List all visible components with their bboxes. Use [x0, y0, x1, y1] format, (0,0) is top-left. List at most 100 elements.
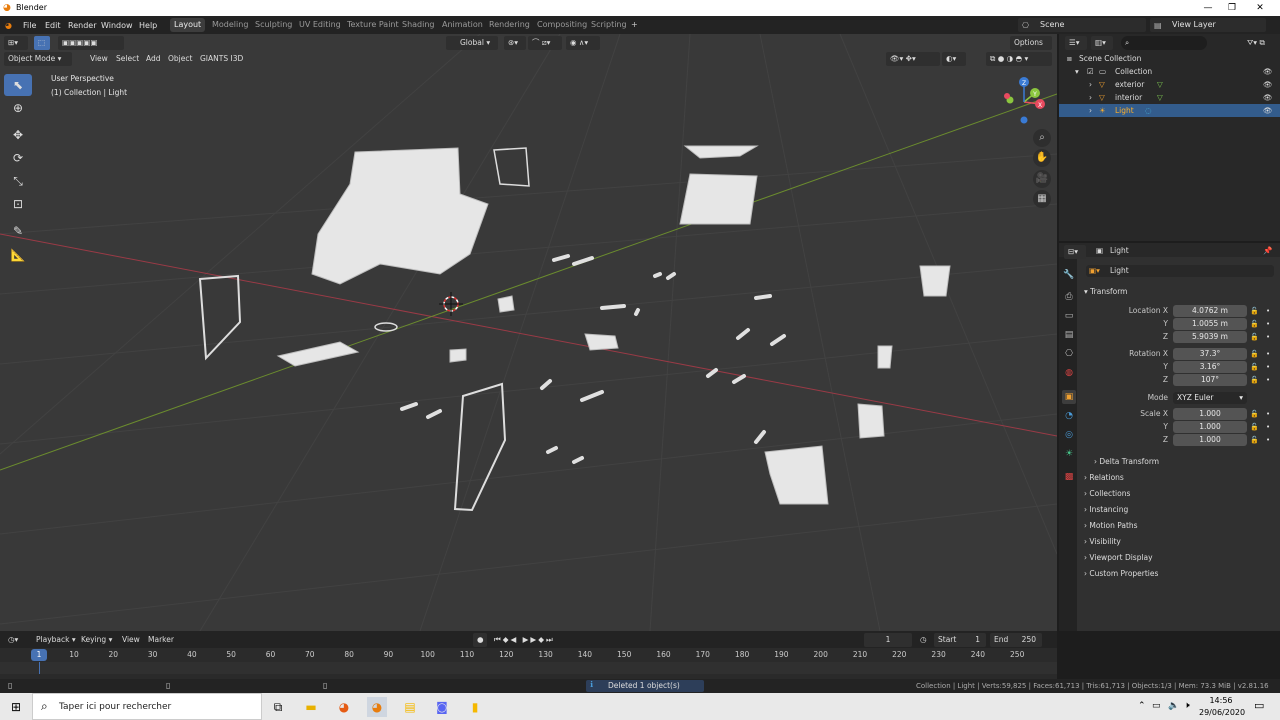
checkbox-icon[interactable]: ☑ — [1087, 65, 1094, 78]
lock-icon[interactable]: 🔓 — [1250, 350, 1259, 358]
windows-start-icon[interactable]: ⊞ — [6, 697, 26, 717]
measure-tool-icon[interactable]: 📐 — [4, 244, 32, 266]
collection-row[interactable]: ▾ ☑ ▭ Collection 👁 — [1059, 65, 1280, 78]
keyframe-dot-icon[interactable]: • — [1266, 423, 1270, 431]
location-z-field[interactable]: 5.9039 m — [1173, 331, 1247, 343]
keying-menu[interactable]: Keying ▾ — [77, 633, 116, 647]
notes-app-icon[interactable]: ▤ — [400, 697, 420, 717]
location-y-field[interactable]: 1.0055 m — [1173, 318, 1247, 330]
scale-z-field[interactable]: 1.000 — [1173, 434, 1247, 446]
sticky-notes-icon[interactable]: ▮ — [465, 697, 485, 717]
tab-compositing[interactable]: Compositing — [533, 18, 591, 32]
clock-date[interactable]: 29/06/2020 — [1199, 708, 1245, 717]
viewport-display-section[interactable]: › Viewport Display — [1084, 552, 1153, 564]
view-layer-selector[interactable]: View Layer — [1150, 18, 1266, 32]
volume-icon[interactable]: 🕨 — [1184, 701, 1190, 711]
lock-icon[interactable]: 🔓 — [1250, 333, 1259, 341]
outliner-item-exterior[interactable]: › ▽ exterior ▽ 👁 — [1059, 78, 1280, 91]
firefox-icon[interactable]: ◕ — [334, 697, 354, 717]
physics-tab-icon[interactable]: ◎ — [1062, 428, 1076, 442]
menu-object[interactable]: Object — [164, 52, 196, 66]
scale-y-field[interactable]: 1.000 — [1173, 421, 1247, 433]
record-icon[interactable]: ● — [473, 633, 487, 647]
lock-icon[interactable]: 🔓 — [1250, 376, 1259, 384]
snap-icon[interactable]: ⌒ ⧄▾ — [528, 36, 562, 50]
modifier-tab-icon[interactable]: ◔ — [1062, 409, 1076, 423]
expand-arrow-icon[interactable]: ▾ — [1075, 65, 1079, 78]
clock-time[interactable]: 14:56 — [1199, 696, 1243, 705]
tab-shading[interactable]: Shading — [398, 18, 439, 32]
outliner-item-light[interactable]: › ☀ Light ◌ 👁 — [1059, 104, 1280, 117]
light-data-tab-icon[interactable]: ☀ — [1062, 447, 1076, 461]
expand-arrow-icon[interactable]: › — [1089, 91, 1092, 104]
scale-tool-icon[interactable]: ⤡ — [4, 170, 32, 192]
outliner-editor-type-icon[interactable]: ☰▾ — [1065, 36, 1087, 50]
expand-arrow-icon[interactable]: › — [1089, 104, 1092, 117]
transform-section-header[interactable]: ▾ Transform — [1084, 286, 1127, 298]
playback-menu[interactable]: Playback ▾ — [32, 633, 80, 647]
report-message[interactable]: ℹ Deleted 1 object(s) — [586, 680, 704, 692]
lock-icon[interactable]: 🔓 — [1250, 436, 1259, 444]
blender-menu-icon[interactable]: ◕ — [5, 19, 12, 32]
expand-arrow-icon[interactable]: › — [1089, 78, 1092, 91]
delta-transform-section[interactable]: › Delta Transform — [1094, 456, 1159, 468]
lock-icon[interactable]: 🔓 — [1250, 320, 1259, 328]
visibility-section[interactable]: › Visibility — [1084, 536, 1121, 548]
rotate-tool-icon[interactable]: ⟳ — [4, 147, 32, 169]
relations-section[interactable]: › Relations — [1084, 472, 1124, 484]
outliner-item-interior[interactable]: › ▽ interior ▽ 👁 — [1059, 91, 1280, 104]
add-workspace-button[interactable]: + — [627, 18, 642, 32]
texture-tab-icon[interactable]: ▩ — [1062, 470, 1076, 484]
keyframe-dot-icon[interactable]: • — [1266, 320, 1270, 328]
timeline-view-menu[interactable]: View — [118, 633, 144, 647]
menu-window[interactable]: Window — [101, 19, 133, 32]
select-mode-buttons[interactable]: ▣▣▣▣▣ — [58, 36, 124, 50]
tab-texture-paint[interactable]: Texture Paint — [343, 18, 403, 32]
select-box-tool-icon[interactable]: ⬚ — [34, 36, 50, 50]
perspective-toggle-icon[interactable]: ▦ — [1033, 190, 1051, 208]
lock-icon[interactable]: 🔓 — [1250, 363, 1259, 371]
pivot-point-icon[interactable]: ⊛▾ — [504, 36, 526, 50]
shading-mode-icons[interactable]: ⧉ ● ◑ ◓ ▾ — [986, 52, 1052, 66]
transform-orientation-dropdown[interactable]: Global ▾ — [446, 36, 498, 50]
discord-icon[interactable]: ◙ — [432, 697, 452, 717]
menu-help[interactable]: Help — [139, 19, 157, 32]
tool-tab-icon[interactable]: 🔧 — [1062, 268, 1076, 282]
menu-view[interactable]: View — [86, 52, 112, 66]
lock-icon[interactable]: 🔓 — [1250, 410, 1259, 418]
task-view-icon[interactable]: ⧉ — [268, 697, 288, 717]
select-tool-icon[interactable]: ⬉ — [4, 74, 32, 96]
lock-icon[interactable]: 🔓 — [1250, 307, 1259, 315]
visibility-eye-icon[interactable]: 👁 — [1263, 91, 1273, 104]
tab-uv-editing[interactable]: UV Editing — [295, 18, 345, 32]
output-tab-icon[interactable]: ▭ — [1062, 309, 1076, 323]
outliner-search-input[interactable]: ⌕ — [1121, 36, 1207, 50]
visibility-eye-icon[interactable]: 👁 — [1263, 78, 1273, 91]
keyframe-area[interactable] — [0, 662, 1057, 674]
transform-tool-icon[interactable]: ⊡ — [4, 193, 32, 215]
preview-range-icon[interactable]: ◷ — [916, 633, 930, 647]
visibility-eye-icon[interactable]: 👁 — [1263, 104, 1273, 117]
instancing-section[interactable]: › Instancing — [1084, 504, 1128, 516]
keyframe-dot-icon[interactable]: • — [1266, 307, 1270, 315]
marker-menu[interactable]: Marker — [144, 633, 178, 647]
camera-view-icon[interactable]: 🎥 — [1033, 170, 1051, 188]
menu-select[interactable]: Select — [112, 52, 143, 66]
zoom-icon[interactable]: ⌕ — [1033, 129, 1051, 147]
tab-scripting[interactable]: Scripting — [587, 18, 631, 32]
start-frame-field[interactable]: Start 1 — [934, 633, 986, 647]
editor-type-button[interactable]: ⊞▾ — [4, 36, 28, 50]
menu-edit[interactable]: Edit — [45, 19, 61, 32]
tray-overflow-icon[interactable]: ⌃ — [1138, 701, 1146, 711]
menu-giants-i3d[interactable]: GIANTS I3D — [196, 52, 247, 66]
pin-icon[interactable]: 📌 — [1263, 246, 1272, 255]
navigation-gizmo[interactable]: X Y Z — [1000, 74, 1052, 126]
options-dropdown[interactable]: Options — [1010, 36, 1052, 50]
end-frame-field[interactable]: End 250 — [990, 633, 1042, 647]
world-tab-icon[interactable]: ◍ — [1062, 366, 1076, 380]
motion-paths-section[interactable]: › Motion Paths — [1084, 520, 1138, 532]
scene-tab-icon[interactable]: ⎔ — [1062, 347, 1076, 361]
lock-icon[interactable]: 🔓 — [1250, 423, 1259, 431]
blender-taskbar-icon[interactable]: ◕ — [367, 697, 387, 717]
collections-section[interactable]: › Collections — [1084, 488, 1130, 500]
